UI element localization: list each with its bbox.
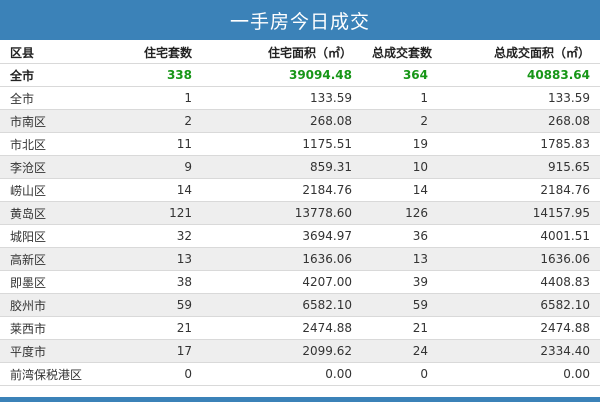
cell-residential-area: 2184.76 [202, 178, 362, 202]
cell-total-area: 915.65 [438, 155, 600, 179]
bottom-divider [0, 397, 600, 402]
cell-residential-area: 4207.00 [202, 270, 362, 294]
header-district: 区县 [0, 41, 130, 64]
table-row: 即墨区 38 4207.00 39 4408.83 [0, 270, 600, 294]
cell-total-area: 2474.88 [438, 316, 600, 340]
cell-total-units: 59 [362, 293, 438, 317]
cell-district: 市北区 [0, 132, 130, 156]
cell-residential-area: 3694.97 [202, 224, 362, 248]
cell-residential-area: 6582.10 [202, 293, 362, 317]
cell-residential-area: 2474.88 [202, 316, 362, 340]
cell-residential-units: 338 [130, 63, 202, 87]
table-row: 城阳区 32 3694.97 36 4001.51 [0, 224, 600, 248]
cell-total-area: 4001.51 [438, 224, 600, 248]
cell-total-units: 10 [362, 155, 438, 179]
cell-total-units: 19 [362, 132, 438, 156]
header-residential-area: 住宅面积（㎡） [202, 41, 362, 64]
cell-residential-units: 2 [130, 109, 202, 133]
cell-total-units: 1 [362, 86, 438, 110]
cell-residential-units: 121 [130, 201, 202, 225]
cell-total-units: 364 [362, 63, 438, 87]
cell-district: 即墨区 [0, 270, 130, 294]
header-total-area: 总成交面积（㎡） [438, 41, 600, 64]
cell-total-units: 39 [362, 270, 438, 294]
cell-residential-units: 9 [130, 155, 202, 179]
cell-residential-area: 1636.06 [202, 247, 362, 271]
cell-residential-units: 38 [130, 270, 202, 294]
table-row: 全市 1 133.59 1 133.59 [0, 86, 600, 110]
cell-total-units: 21 [362, 316, 438, 340]
cell-residential-area: 2099.62 [202, 339, 362, 363]
cell-district: 黄岛区 [0, 201, 130, 225]
table-row: 胶州市 59 6582.10 59 6582.10 [0, 293, 600, 317]
cell-residential-area: 13778.60 [202, 201, 362, 225]
cell-district: 胶州市 [0, 293, 130, 317]
cell-total-units: 126 [362, 201, 438, 225]
cell-total-area: 1636.06 [438, 247, 600, 271]
table-row: 市南区 2 268.08 2 268.08 [0, 109, 600, 133]
table-row: 平度市 17 2099.62 24 2334.40 [0, 339, 600, 363]
transactions-table: 区县 住宅套数 住宅面积（㎡） 总成交套数 总成交面积（㎡） 全市 338 39… [0, 41, 600, 386]
cell-district: 市南区 [0, 109, 130, 133]
table-row: 崂山区 14 2184.76 14 2184.76 [0, 178, 600, 202]
cell-total-area: 6582.10 [438, 293, 600, 317]
cell-total-units: 0 [362, 362, 438, 386]
cell-total-units: 36 [362, 224, 438, 248]
cell-residential-units: 21 [130, 316, 202, 340]
cell-residential-units: 13 [130, 247, 202, 271]
table-title: 一手房今日成交 [0, 0, 600, 40]
cell-residential-units: 59 [130, 293, 202, 317]
table-row: 黄岛区 121 13778.60 126 14157.95 [0, 201, 600, 225]
cell-district: 高新区 [0, 247, 130, 271]
cell-district: 莱西市 [0, 316, 130, 340]
cell-residential-units: 32 [130, 224, 202, 248]
cell-district: 李沧区 [0, 155, 130, 179]
table-row: 莱西市 21 2474.88 21 2474.88 [0, 316, 600, 340]
cell-district: 全市 [0, 86, 130, 110]
cell-residential-area: 1175.51 [202, 132, 362, 156]
cell-residential-units: 14 [130, 178, 202, 202]
cell-residential-units: 0 [130, 362, 202, 386]
cell-total-area: 2184.76 [438, 178, 600, 202]
cell-total-area: 133.59 [438, 86, 600, 110]
cell-district: 崂山区 [0, 178, 130, 202]
total-row: 全市 338 39094.48 364 40883.64 [0, 63, 600, 87]
cell-residential-units: 1 [130, 86, 202, 110]
cell-residential-units: 11 [130, 132, 202, 156]
cell-residential-area: 39094.48 [202, 63, 362, 87]
cell-district: 全市 [0, 63, 130, 87]
cell-residential-area: 268.08 [202, 109, 362, 133]
cell-total-units: 2 [362, 109, 438, 133]
cell-total-area: 1785.83 [438, 132, 600, 156]
cell-total-units: 24 [362, 339, 438, 363]
cell-residential-area: 133.59 [202, 86, 362, 110]
cell-total-units: 13 [362, 247, 438, 271]
header-residential-units: 住宅套数 [130, 41, 202, 64]
cell-district: 平度市 [0, 339, 130, 363]
cell-total-area: 4408.83 [438, 270, 600, 294]
cell-total-units: 14 [362, 178, 438, 202]
cell-residential-area: 859.31 [202, 155, 362, 179]
cell-district: 前湾保税港区 [0, 362, 130, 386]
table-row: 高新区 13 1636.06 13 1636.06 [0, 247, 600, 271]
page: 一手房今日成交 区县 住宅套数 住宅面积（㎡） 总成交套数 总成交面积（㎡） 全… [0, 0, 600, 402]
table-row: 李沧区 9 859.31 10 915.65 [0, 155, 600, 179]
table-row: 市北区 11 1175.51 19 1785.83 [0, 132, 600, 156]
cell-residential-area: 0.00 [202, 362, 362, 386]
cell-total-area: 0.00 [438, 362, 600, 386]
cell-total-area: 2334.40 [438, 339, 600, 363]
cell-total-area: 40883.64 [438, 63, 600, 87]
cell-total-area: 14157.95 [438, 201, 600, 225]
cell-residential-units: 17 [130, 339, 202, 363]
cell-district: 城阳区 [0, 224, 130, 248]
cell-total-area: 268.08 [438, 109, 600, 133]
header-row: 区县 住宅套数 住宅面积（㎡） 总成交套数 总成交面积（㎡） [0, 41, 600, 64]
table-row: 前湾保税港区 0 0.00 0 0.00 [0, 362, 600, 386]
header-total-units: 总成交套数 [362, 41, 438, 64]
